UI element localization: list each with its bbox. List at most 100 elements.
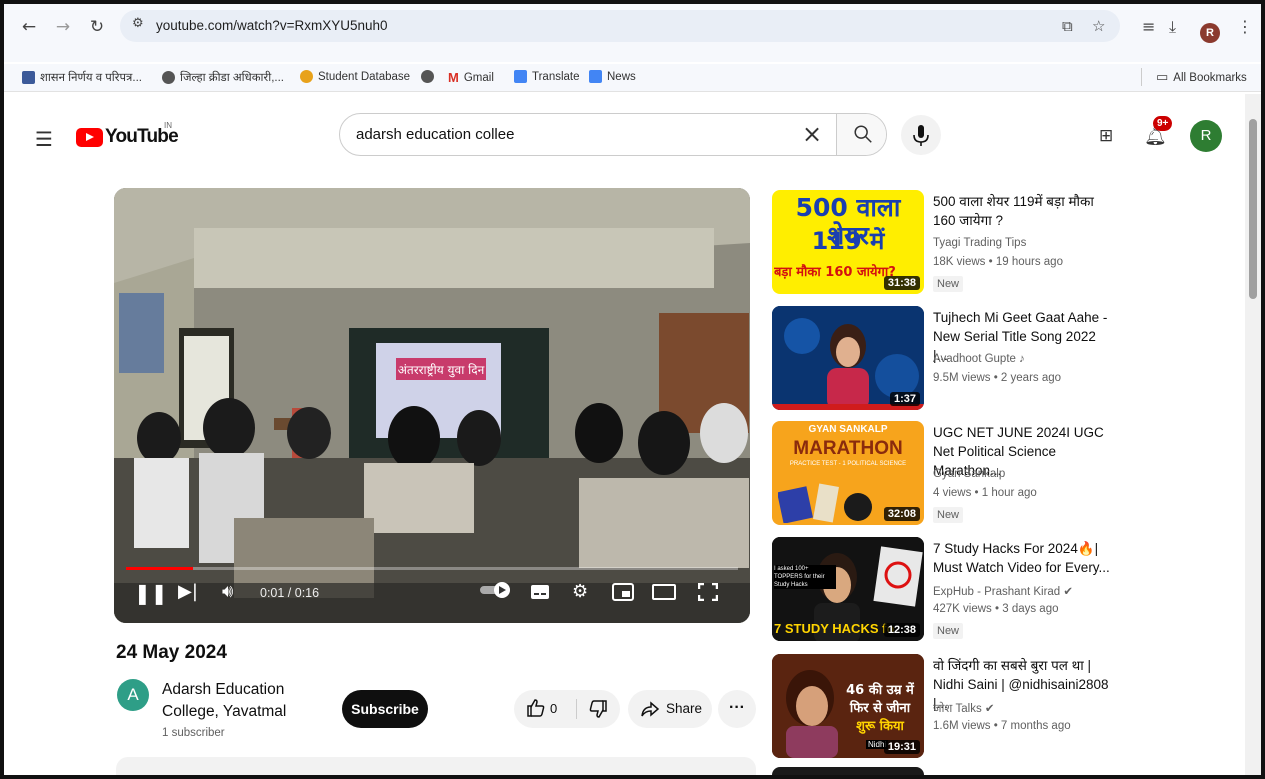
more-actions-button[interactable]: ··· — [718, 690, 756, 728]
subscribe-button[interactable]: Subscribe — [342, 690, 428, 728]
search-input[interactable] — [340, 114, 790, 155]
share-icon — [641, 701, 660, 717]
all-bookmarks-label: All Bookmarks — [1173, 71, 1247, 84]
video-progress-fill — [126, 567, 194, 570]
recommended-video-meta: 4 views • 1 hour ago — [933, 487, 1037, 499]
video-duration: 32:08 — [883, 507, 920, 521]
thumbnail-text: GYAN SANKALP — [808, 424, 888, 435]
recommended-channel-name[interactable]: ExpHub - Prashant Kirad ✔ — [933, 584, 1133, 598]
next-icon[interactable]: ▶| — [178, 581, 198, 602]
search-icon — [853, 125, 872, 143]
fullscreen-icon[interactable] — [697, 582, 719, 606]
video-progress-bar[interactable] — [126, 567, 738, 570]
back-icon[interactable]: ← — [16, 14, 42, 40]
bookmark-item-translate[interactable]: Translate — [514, 70, 580, 83]
recommended-video-meta: 427K views • 3 days ago — [933, 603, 1059, 615]
youtube-play-icon — [76, 127, 103, 147]
video-player[interactable]: अंतरराष्ट्रीय युवा दिन ❚❚ ▶| 🔊︎ 0:01 / 0… — [114, 188, 750, 623]
settings-gear-icon[interactable]: ⚙ — [572, 581, 588, 602]
reload-icon[interactable]: ↻ — [84, 14, 110, 40]
url-text[interactable]: youtube.com/watch?v=RxmXYU5nuh0 — [156, 18, 388, 33]
recommended-channel-name[interactable]: जोश Talks ✔ — [933, 701, 1133, 716]
thumbnail-text: PRACTICE TEST - 1 POLITICAL SCIENCE — [789, 461, 907, 467]
recommended-video-meta: 9.5M views • 2 years ago — [933, 372, 1062, 384]
recommended-video[interactable]: 1:37 Tujhech Mi Geet Gaat Aahe - New Ser… — [772, 306, 1232, 418]
recommended-video-title[interactable]: 500 वाला शेयर 119में बड़ा मौका 160 जायेग… — [933, 192, 1113, 230]
recommended-video[interactable]: 46 की उम्र में फिर से जीना शुरू किया Nid… — [772, 654, 1232, 766]
bookmark-label: Student Database — [318, 70, 411, 83]
recommended-video-title[interactable]: 7 Study Hacks For 2024🔥| Must Watch Vide… — [933, 539, 1113, 577]
pause-icon[interactable]: ❚❚ — [134, 581, 168, 605]
youtube-logo[interactable]: YouTube — [76, 126, 179, 148]
translate-icon — [514, 70, 527, 83]
video-thumbnail[interactable] — [772, 767, 924, 775]
autoplay-toggle[interactable] — [478, 580, 514, 605]
video-duration: 1:37 — [889, 392, 920, 406]
profile-avatar[interactable]: R — [1200, 23, 1220, 43]
reading-list-icon[interactable]: ≡ — [1142, 17, 1155, 36]
menu-kebab-icon[interactable]: ⋮ — [1237, 17, 1253, 36]
volume-icon[interactable]: 🔊︎ — [222, 581, 233, 602]
search-button[interactable] — [836, 114, 886, 155]
bookmark-item[interactable]: शासन निर्णय व परिपत्र... — [22, 70, 142, 85]
folder-icon: ▭ — [1156, 70, 1169, 85]
video-thumbnail[interactable]: I asked 100+ TOPPERS for their Study Hac… — [772, 537, 924, 641]
like-dislike-group: 0 — [514, 690, 620, 728]
bookmark-item[interactable]: जिल्हा क्रीडा अधिकारी,... — [162, 70, 284, 85]
scrollbar-thumb[interactable] — [1249, 119, 1257, 299]
bookmark-item-news[interactable]: News — [589, 70, 636, 83]
bookmark-item[interactable]: Student Database — [300, 70, 410, 83]
hamburger-menu-icon[interactable]: ☰ — [35, 127, 53, 151]
video-thumbnail[interactable]: 1:37 — [772, 306, 924, 410]
page-scrollbar[interactable] — [1245, 94, 1261, 775]
bookmark-item[interactable] — [421, 70, 434, 83]
cast-icon[interactable]: ⧉ — [1062, 17, 1073, 35]
address-bar[interactable]: ⚙ youtube.com/watch?v=RxmXYU5nuh0 ⧉ ☆ — [120, 10, 1120, 42]
recommended-video-meta: 18K views • 19 hours ago — [933, 256, 1063, 268]
thumbnail-text: I asked 100+ TOPPERS for their Study Hac… — [774, 565, 836, 589]
recommended-channel-name[interactable]: Avadhoot Gupte ♪ — [933, 353, 1133, 365]
thumbnail-text: फिर से जीना — [849, 701, 911, 716]
site-info-icon[interactable]: ⚙ — [132, 16, 144, 31]
share-label: Share — [666, 701, 703, 716]
video-thumbnail[interactable]: GYAN SANKALP MARATHON PRACTICE TEST - 1 … — [772, 421, 924, 525]
channel-avatar[interactable]: A — [117, 679, 149, 711]
recommended-channel-name[interactable]: Tyagi Trading Tips — [933, 237, 1133, 249]
clear-search-icon[interactable]: × — [802, 120, 822, 148]
time-display: 0:01 / 0:16 — [260, 586, 320, 600]
description-box[interactable] — [116, 757, 756, 775]
dislike-button[interactable] — [588, 699, 608, 724]
all-bookmarks-button[interactable]: ▭ All Bookmarks — [1156, 70, 1247, 85]
create-video-icon[interactable]: ⊞ — [1099, 126, 1113, 146]
bookmark-label: शासन निर्णय व परिपत्र... — [40, 72, 142, 84]
bookmark-item-gmail[interactable]: M Gmail — [448, 70, 494, 85]
banner-text: अंतरराष्ट्रीय युवा दिन — [398, 363, 485, 378]
video-duration: 31:38 — [883, 276, 920, 290]
thumbnail-text: 119 में — [811, 227, 885, 255]
subtitles-icon[interactable] — [530, 584, 550, 605]
like-button[interactable] — [526, 698, 546, 723]
recommended-video[interactable]: I asked 100+ TOPPERS for their Study Hac… — [772, 537, 1232, 649]
video-thumbnail[interactable]: 46 की उम्र में फिर से जीना शुरू किया Nid… — [772, 654, 924, 758]
thumbnail-text: शुरू किया — [856, 719, 904, 734]
recommended-video[interactable]: 500 वाला शेयर 119 में बड़ा मौका 160 जाये… — [772, 190, 1232, 302]
thumbnail-image — [778, 483, 872, 523]
recommended-video[interactable]: GYAN SANKALP MARATHON PRACTICE TEST - 1 … — [772, 421, 1232, 533]
share-button[interactable]: Share — [628, 690, 712, 728]
download-icon[interactable]: ⤓ — [1169, 17, 1176, 37]
account-avatar[interactable]: R — [1190, 120, 1222, 152]
video-thumbnail[interactable]: 500 वाला शेयर 119 में बड़ा मौका 160 जाये… — [772, 190, 924, 294]
theater-mode-icon[interactable] — [652, 584, 676, 605]
bookmark-star-icon[interactable]: ☆ — [1092, 17, 1105, 35]
new-badge: New — [933, 623, 964, 639]
recommended-channel-name[interactable]: Gyan Sankalp — [933, 468, 1133, 480]
recommended-video-meta: 1.6M views • 7 months ago — [933, 720, 1071, 732]
thumbnail-text: 46 की उम्र में — [846, 683, 914, 698]
miniplayer-icon[interactable] — [612, 583, 634, 606]
forward-icon[interactable]: → — [50, 14, 76, 40]
channel-name[interactable]: Adarsh Education College, Yavatmal — [162, 679, 322, 723]
player-controls: ❚❚ ▶| 🔊︎ 0:01 / 0:16 ⚙ — [114, 578, 750, 618]
voice-search-button[interactable] — [901, 115, 941, 155]
gmail-icon: M — [448, 70, 459, 85]
video-duration: 19:31 — [883, 740, 920, 754]
